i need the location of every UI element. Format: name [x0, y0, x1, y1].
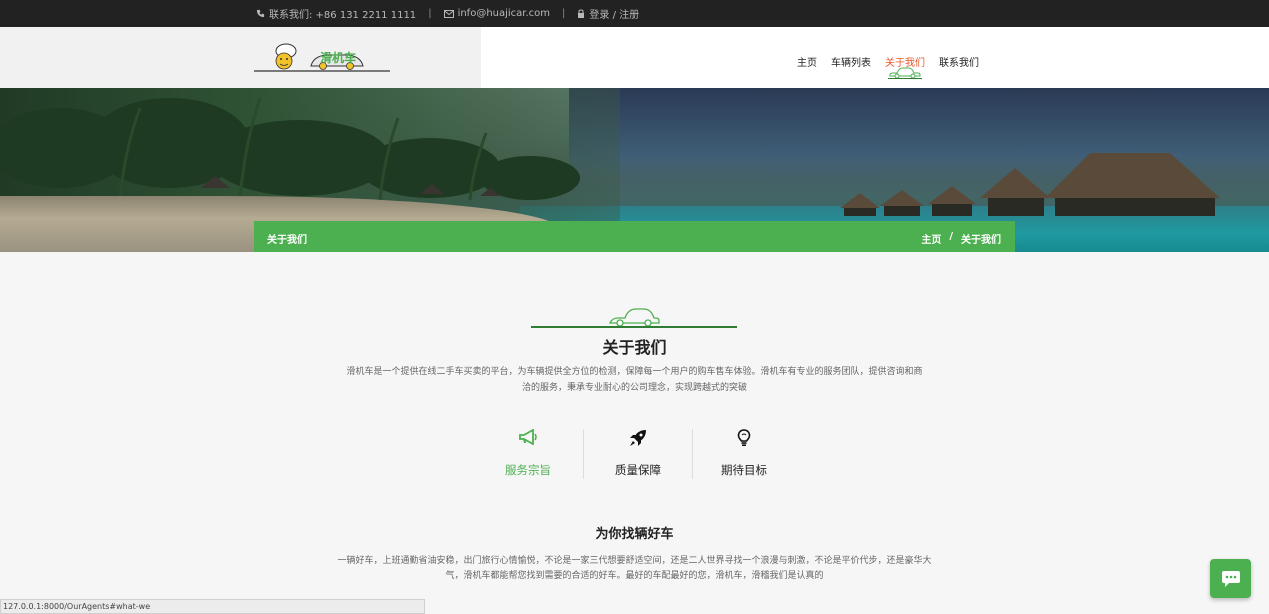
divider: | [428, 8, 432, 19]
phone-icon [256, 9, 265, 18]
top-bar: 联系我们: +86 131 2211 1111 | info@huajicar.… [0, 0, 1269, 27]
feature-service-purpose[interactable]: 服务宗旨 [474, 427, 582, 479]
nav-home[interactable]: 主页 [790, 54, 824, 88]
browser-status-url: 127.0.0.1:8000/OurAgents#what-we [0, 599, 425, 614]
feature-expected-goals[interactable]: 期待目标 [690, 427, 798, 479]
lock-icon [578, 9, 585, 18]
find-car-description: 一辆好车，上班通勤省油安稳，出门旅行心情愉悦，不论是一家三代想要舒适空间，还是二… [337, 556, 932, 581]
lightbulb-icon [737, 429, 751, 446]
logo-area: 滑机车 [0, 27, 481, 88]
breadcrumb-bar: 关于我们 主页 / 关于我们 [254, 221, 1015, 252]
chat-icon [1221, 570, 1240, 587]
breadcrumb-current: 关于我们 [961, 235, 1001, 246]
envelope-icon [443, 9, 454, 18]
section-car-icon [531, 308, 737, 328]
header: 滑机车 主页 车辆列表 关于我们 联系我们 [0, 27, 1269, 88]
feature-label: 服务宗旨 [505, 463, 551, 477]
login-label: 登录 / 注册 [589, 10, 640, 21]
about-description: 滑机车是一个提供在线二手车买卖的平台，为车辆提供全方位的检测，保障每一个用户的购… [346, 367, 923, 393]
contact-phone[interactable]: 联系我们: +86 131 2211 1111 [256, 6, 416, 21]
login-link[interactable]: 登录 / 注册 [577, 6, 639, 21]
nav-home-label: 主页 [797, 58, 817, 69]
feature-tabs: 服务宗旨 质量保障 期待目标 [474, 427, 798, 479]
nav-vehicle-list[interactable]: 车辆列表 [824, 54, 878, 88]
palm-trees-image [0, 97, 580, 201]
water-villas-image [840, 153, 1220, 216]
contact-label: 联系我们: +86 131 2211 1111 [269, 10, 417, 21]
about-title: 关于我们 [602, 338, 667, 357]
megaphone-icon [519, 429, 537, 445]
breadcrumb-home[interactable]: 主页 [921, 231, 941, 246]
car-icon [888, 67, 922, 79]
nav-vehicle-list-label: 车辆列表 [831, 58, 871, 69]
feature-label: 质量保障 [615, 463, 661, 477]
breadcrumb-separator: / [949, 231, 953, 242]
main-nav: 主页 车辆列表 关于我们 联系我们 [790, 27, 986, 88]
nav-contact-us[interactable]: 联系我们 [932, 54, 986, 88]
feature-quality-assurance[interactable]: 质量保障 [584, 427, 692, 479]
chat-button[interactable] [1210, 559, 1251, 598]
feature-label: 期待目标 [721, 463, 767, 477]
email-link[interactable]: info@huajicar.com [443, 8, 551, 19]
rocket-icon [630, 430, 646, 446]
breadcrumb: 主页 / 关于我们 [921, 231, 1001, 246]
logo[interactable]: 滑机车 [253, 41, 391, 75]
nav-about-us[interactable]: 关于我们 [878, 54, 932, 88]
email-text: info@huajicar.com [457, 8, 551, 19]
find-car-title: 为你找辆好车 [595, 527, 674, 542]
logo-text: 滑机车 [320, 51, 357, 65]
nav-contact-us-label: 联系我们 [939, 58, 979, 69]
page-title: 关于我们 [267, 235, 307, 246]
divider: | [562, 8, 566, 19]
